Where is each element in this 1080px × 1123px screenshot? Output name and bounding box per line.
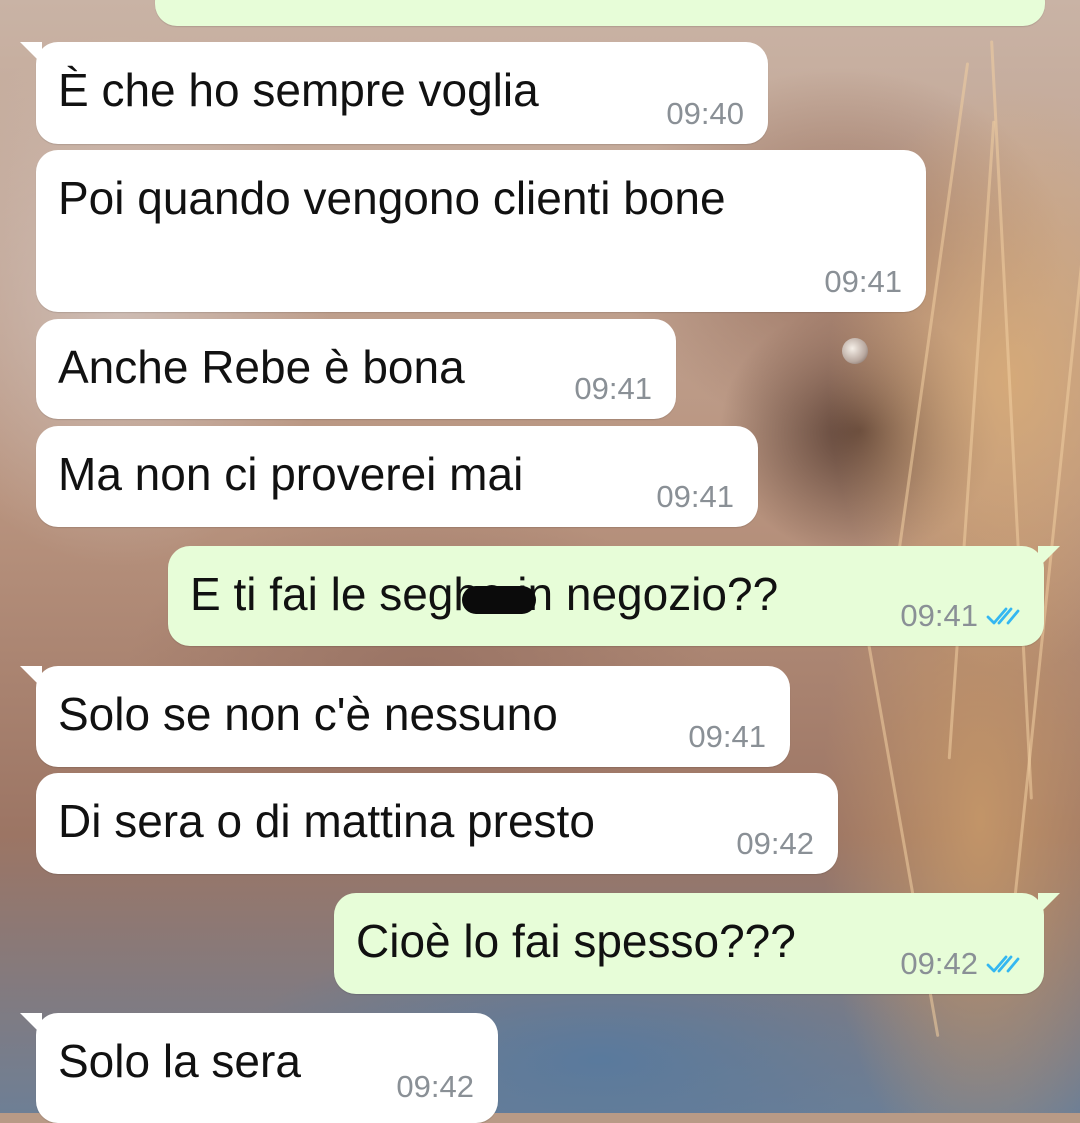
message-bubble-incoming[interactable]: Solo se non c'è nessuno 09:41 [20,666,790,767]
redaction-mark [462,586,536,614]
message-bubble-outgoing[interactable]: E ti fai le seghe in negozio?? 09:41 [168,546,1060,646]
message-bubble-incoming[interactable]: Di sera o di mattina presto 09:42 [36,773,838,874]
message-timestamp: 09:42 [396,1069,474,1104]
message-meta: 09:40 [666,96,744,132]
message-bubble-outgoing[interactable]: Cioè lo fai spesso??? 09:42 [334,893,1060,994]
message-timestamp: 09:40 [666,96,744,131]
message-text: Anche Rebe è bona [58,341,465,393]
chat-message-list[interactable]: È che ho sempre voglia 09:40 Poi quando … [0,0,1080,1123]
message-meta: 09:41 [574,371,652,407]
message-meta: 09:42 [736,826,814,862]
message-bubble-incoming[interactable]: Poi quando vengono clienti bone 09:41 [36,150,926,312]
message-timestamp: 09:42 [900,946,978,981]
message-meta: 09:41 [824,264,902,300]
message-timestamp: 09:41 [656,479,734,514]
message-meta: 09:42 [900,946,1020,982]
double-check-icon [986,955,1020,973]
message-text: Solo se non c'è nessuno [58,688,558,740]
message-meta: 09:42 [396,1069,474,1105]
message-bubble-incoming[interactable]: Solo la sera 09:42 [20,1013,498,1123]
message-timestamp: 09:42 [736,826,814,861]
message-text: Cioè lo fai spesso??? [356,915,796,967]
message-text: Solo la sera [58,1035,301,1087]
message-text: Di sera o di mattina presto [58,795,595,847]
message-timestamp: 09:41 [574,371,652,406]
message-timestamp: 09:41 [688,719,766,754]
previous-outgoing-message-bubble[interactable] [155,0,1045,26]
message-meta: 09:41 [688,719,766,755]
double-check-icon [986,607,1020,625]
message-text: Ma non ci proverei mai [58,448,524,500]
message-bubble-incoming[interactable]: È che ho sempre voglia 09:40 [20,42,768,144]
message-timestamp: 09:41 [900,598,978,633]
message-text: Poi quando vengono clienti bone [58,172,726,224]
message-text: È che ho sempre voglia [58,64,539,116]
message-bubble-incoming[interactable]: Ma non ci proverei mai 09:41 [36,426,758,527]
message-meta: 09:41 [656,479,734,515]
message-meta: 09:41 [900,598,1020,634]
message-timestamp: 09:41 [824,264,902,299]
message-bubble-incoming[interactable]: Anche Rebe è bona 09:41 [36,319,676,419]
